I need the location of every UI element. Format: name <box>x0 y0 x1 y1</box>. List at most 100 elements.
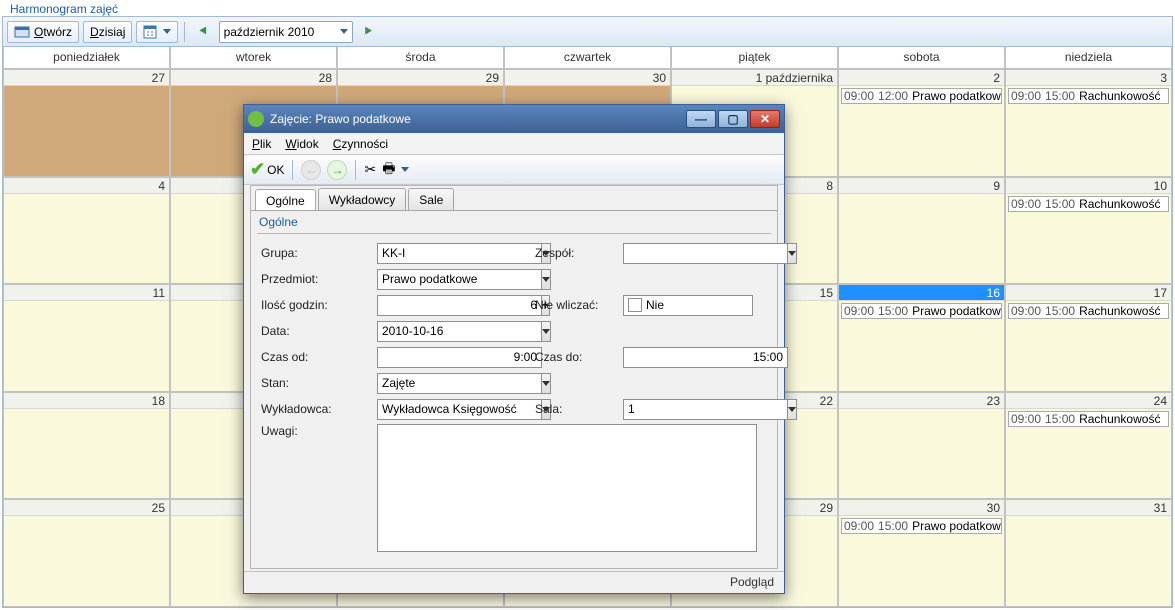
date-bar: 31 <box>1006 500 1171 516</box>
today-button[interactable]: Dzisiaj <box>83 21 132 43</box>
przedmiot-field[interactable] <box>377 269 507 290</box>
check-icon: ✔ <box>250 159 265 180</box>
date-bar: 28 <box>171 70 336 86</box>
date-bar: 2 <box>839 70 1004 86</box>
ok-button[interactable]: ✔ OK <box>250 159 284 180</box>
chevron-down-icon[interactable] <box>542 269 551 290</box>
calendar-cell[interactable]: 9 <box>838 177 1005 285</box>
calendar-event[interactable]: 09:0015:00Prawo podatkowe <box>841 518 1002 534</box>
calendar-cell[interactable]: 3009:0015:00Prawo podatkowe <box>838 499 1005 607</box>
chevron-down-icon[interactable] <box>401 167 409 172</box>
minimize-button[interactable]: — <box>686 110 716 128</box>
calendar-event[interactable]: 09:0015:00Rachunkowość <box>1008 196 1169 212</box>
calendar-cell[interactable]: 25 <box>3 499 170 607</box>
czas-od-field[interactable] <box>377 347 507 368</box>
tools-icon[interactable]: ✂ <box>364 161 376 178</box>
label-ilosc: Ilość godzin: <box>261 298 369 312</box>
calendar-event[interactable]: 09:0015:00Prawo podatkowe <box>841 303 1002 319</box>
chevron-down-icon[interactable] <box>788 243 797 264</box>
print-icon[interactable]: 🖶 <box>382 158 395 182</box>
chevron-down-icon <box>163 29 171 34</box>
form: Grupa: Zespół: Przedmiot: Ilość godzin: … <box>251 240 777 552</box>
date-bar: 29 <box>338 70 503 86</box>
chevron-down-icon[interactable] <box>542 373 551 394</box>
day-header: czwartek <box>504 47 671 69</box>
calendar-cell[interactable]: 18 <box>3 392 170 500</box>
day-header: wtorek <box>170 47 337 69</box>
calendar-event[interactable]: 09:0015:00Rachunkowość <box>1008 411 1169 427</box>
separator <box>184 22 185 42</box>
month-select[interactable]: październik 2010 <box>219 21 353 43</box>
prev-month-button[interactable]: ⯇ <box>191 23 214 40</box>
nie-wliczac-field[interactable]: Nie <box>623 295 753 316</box>
nie-text: Nie <box>646 298 664 312</box>
date-bar: 9 <box>839 178 1004 194</box>
calendar-cell[interactable]: 2 09:0012:00Prawo podatkowe <box>838 69 1005 177</box>
label-zespol: Zespół: <box>535 246 615 260</box>
view-mode-button[interactable] <box>136 21 178 43</box>
date-bar: 10 <box>1006 178 1171 194</box>
calendar-cell[interactable]: 11 <box>3 284 170 392</box>
tab-rooms[interactable]: Sale <box>408 188 454 210</box>
calendar-cell[interactable]: 4 <box>3 177 170 285</box>
calendar-cell[interactable]: 31 <box>1005 499 1172 607</box>
zespol-field[interactable] <box>623 243 753 264</box>
titlebar[interactable]: Zajęcie: Prawo podatkowe — ▢ ✕ <box>244 105 784 133</box>
chevron-down-icon[interactable] <box>542 321 551 342</box>
chevron-down-icon <box>340 29 348 34</box>
date-bar: 27 <box>4 70 169 86</box>
label-uwagi: Uwagi: <box>261 424 369 438</box>
calendar-event[interactable]: 09:0012:00Prawo podatkowe <box>841 88 1002 104</box>
label-czas-od: Czas od: <box>261 350 369 364</box>
maximize-button[interactable]: ▢ <box>718 110 748 128</box>
window-icon <box>14 24 30 40</box>
date-bar: 1 października <box>672 70 837 86</box>
calendar-cell[interactable]: 309:0015:00Rachunkowość <box>1005 69 1172 177</box>
label-przedmiot: Przedmiot: <box>261 272 369 286</box>
menu-file[interactable]: Plik <box>252 137 271 151</box>
status-text: Podgląd <box>730 575 774 589</box>
window-buttons: — ▢ ✕ <box>686 110 780 128</box>
open-label-u: O <box>34 25 43 39</box>
date-bar: 17 <box>1006 285 1171 301</box>
calendar-event[interactable]: 09:0015:00Rachunkowość <box>1008 303 1169 319</box>
calendar-cell[interactable]: 17 09:0015:00Rachunkowość <box>1005 284 1172 392</box>
calendar-event[interactable]: 09:0015:00Rachunkowość <box>1008 88 1169 104</box>
checkbox[interactable] <box>628 298 642 312</box>
uwagi-textarea[interactable] <box>377 424 757 552</box>
label-czas-do: Czas do: <box>535 350 615 364</box>
label-grupa: Grupa: <box>261 246 369 260</box>
label-data: Data: <box>261 324 369 338</box>
date-bar: 16 <box>839 285 1004 301</box>
label-wykladowca: Wykładowca: <box>261 402 369 416</box>
date-bar: 24 <box>1006 393 1171 409</box>
menu-actions[interactable]: Czynności <box>333 137 388 151</box>
back-button: ← <box>301 160 321 180</box>
next-month-button[interactable]: ⯈ <box>357 23 380 40</box>
calendar-cell[interactable]: 27 <box>3 69 170 177</box>
calendar-cell[interactable]: 16 09:0015:00Prawo podatkowe <box>838 284 1005 392</box>
date-bar: 11 <box>4 285 169 301</box>
month-value: październik 2010 <box>224 25 315 39</box>
sala-field[interactable] <box>623 399 753 420</box>
tab-general[interactable]: Ogólne <box>255 189 316 211</box>
grupa-field[interactable] <box>377 243 507 264</box>
czas-do-field[interactable] <box>623 347 753 368</box>
calendar-cell[interactable]: 23 <box>838 392 1005 500</box>
day-header: poniedziałek <box>3 47 170 69</box>
label-nie-wliczac: Nie wliczać: <box>535 298 615 312</box>
close-button[interactable]: ✕ <box>750 110 780 128</box>
data-field[interactable] <box>377 321 507 342</box>
forward-button[interactable]: → <box>327 160 347 180</box>
calendar-cell[interactable]: 24 09:0015:00Rachunkowość <box>1005 392 1172 500</box>
menu-view[interactable]: Widok <box>285 137 318 151</box>
stan-field[interactable] <box>377 373 507 394</box>
day-header: niedziela <box>1005 47 1172 69</box>
chevron-down-icon[interactable] <box>788 399 797 420</box>
wykladowca-field[interactable] <box>377 399 507 420</box>
calendar-cell[interactable]: 10 09:0015:00Rachunkowość <box>1005 177 1172 285</box>
open-button[interactable]: Otwórz <box>7 21 79 43</box>
dialog-toolbar: ✔ OK ← → ✂ 🖶 <box>244 155 784 185</box>
ilosc-field[interactable]: + <box>377 295 507 316</box>
tab-lecturers[interactable]: Wykładowcy <box>318 188 407 210</box>
